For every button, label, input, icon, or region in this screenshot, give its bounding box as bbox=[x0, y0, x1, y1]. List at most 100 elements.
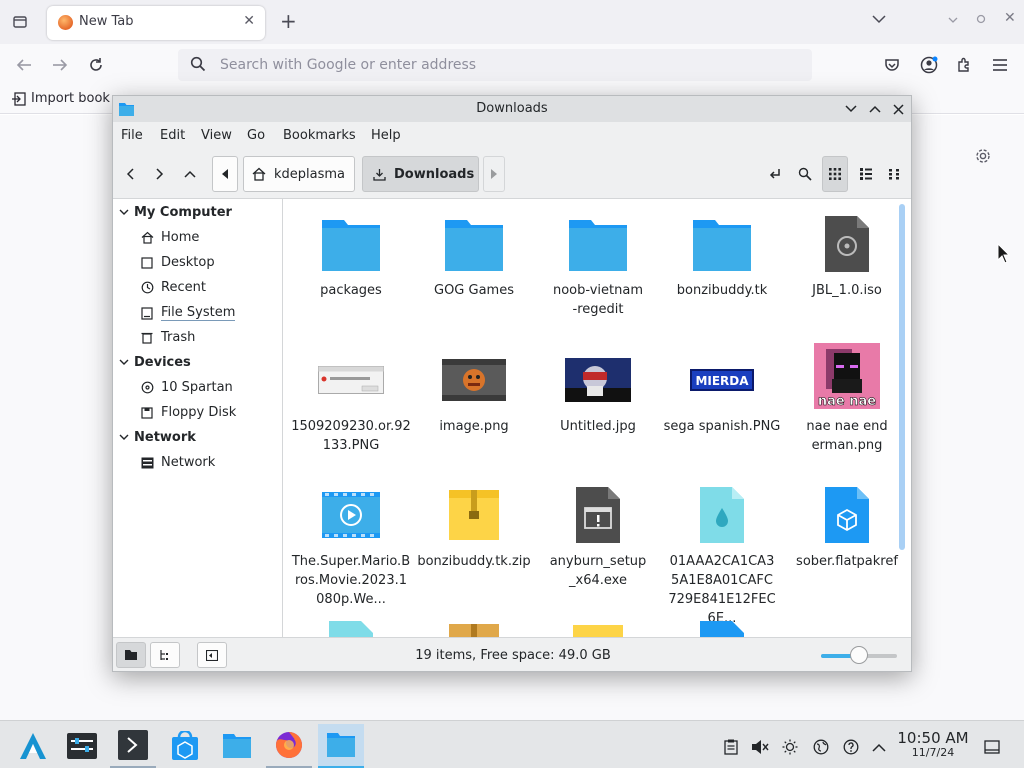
menu-view[interactable]: View bbox=[201, 128, 232, 143]
tab-new-tab[interactable]: New Tab ✕ bbox=[47, 6, 265, 40]
system-settings-task-icon[interactable] bbox=[59, 724, 105, 768]
url-input[interactable] bbox=[220, 53, 780, 77]
scrollbar-thumb[interactable] bbox=[899, 204, 905, 550]
sidebar-item-10-spartan[interactable]: 10 Spartan bbox=[140, 380, 233, 395]
terminal-task-icon[interactable] bbox=[110, 724, 156, 768]
file-name: nae nae enderman.png bbox=[806, 419, 888, 453]
settings-gear-icon[interactable] bbox=[974, 147, 992, 169]
chevron-down-icon bbox=[119, 209, 129, 215]
places-sidebar: My Computer Home Desktop Recent File Sys… bbox=[113, 199, 283, 637]
menu-bookmarks[interactable]: Bookmarks bbox=[283, 128, 356, 143]
folder-icon bbox=[414, 213, 534, 275]
split-view-icon[interactable] bbox=[763, 162, 787, 186]
file-view-scrollbar[interactable] bbox=[899, 204, 905, 632]
sidebar-item-label: File System bbox=[161, 305, 236, 321]
window-close-icon[interactable] bbox=[889, 100, 907, 118]
file-view: packages GOG Games noob-vietnam-regedit … bbox=[284, 199, 911, 637]
firefox-task-icon[interactable] bbox=[266, 724, 312, 768]
show-desktop-icon[interactable] bbox=[983, 738, 1001, 756]
network-globe-icon[interactable] bbox=[812, 738, 830, 756]
sidebar-item-floppy-disk[interactable]: Floppy Disk bbox=[140, 405, 236, 420]
menu-go[interactable]: Go bbox=[247, 128, 265, 143]
window-maximize-icon[interactable] bbox=[866, 100, 884, 118]
new-tab-button[interactable]: + bbox=[280, 10, 297, 32]
reload-icon[interactable] bbox=[85, 54, 107, 76]
executable-icon bbox=[538, 484, 658, 546]
pocket-icon[interactable] bbox=[881, 54, 903, 76]
compact-view-button[interactable] bbox=[882, 156, 908, 192]
import-icon bbox=[12, 91, 26, 106]
minimize-icon[interactable] bbox=[948, 12, 958, 28]
zoom-slider-handle[interactable] bbox=[850, 646, 868, 664]
zoom-slider[interactable] bbox=[821, 646, 897, 664]
file-name: bonzibuddy.tk bbox=[676, 283, 768, 298]
clipboard-icon[interactable] bbox=[722, 738, 740, 756]
brightness-icon[interactable] bbox=[781, 738, 799, 756]
url-bar[interactable] bbox=[178, 49, 812, 81]
back-icon[interactable] bbox=[13, 54, 35, 76]
sidebar-item-home[interactable]: Home bbox=[140, 230, 199, 245]
download-icon bbox=[373, 168, 386, 181]
hamburger-menu-icon[interactable] bbox=[989, 54, 1011, 76]
list-all-tabs-icon[interactable] bbox=[872, 12, 886, 28]
section-network[interactable]: Network bbox=[119, 430, 196, 445]
thumb-text: MIERDA bbox=[695, 374, 749, 388]
breadcrumb-back-arrow[interactable] bbox=[212, 156, 238, 192]
sidebar-item-label: Network bbox=[161, 455, 216, 470]
toolbar: kdeplasma Downloads bbox=[113, 149, 911, 199]
menu-edit[interactable]: Edit bbox=[160, 128, 185, 143]
dolphin-active-task-icon[interactable] bbox=[318, 724, 364, 768]
back-button[interactable] bbox=[118, 162, 142, 186]
account-icon[interactable] bbox=[918, 54, 940, 76]
disc-icon bbox=[140, 381, 154, 395]
sidebar-item-desktop[interactable]: Desktop bbox=[140, 255, 215, 270]
menu-file[interactable]: File bbox=[121, 128, 143, 143]
sidebar-item-recent[interactable]: Recent bbox=[140, 280, 206, 295]
breadcrumb-kdeplasma[interactable]: kdeplasma bbox=[243, 156, 355, 192]
network-icon bbox=[140, 456, 154, 470]
discover-task-icon[interactable] bbox=[162, 724, 208, 768]
drop-file-icon bbox=[662, 484, 782, 546]
file-name: 1509209230.or.92133.PNG bbox=[291, 419, 411, 453]
sidebar-item-network[interactable]: Network bbox=[140, 455, 215, 470]
window-minimize-icon[interactable] bbox=[842, 100, 860, 118]
import-bookmarks-button[interactable]: Import book bbox=[12, 91, 110, 106]
search-files-icon[interactable] bbox=[793, 162, 817, 186]
sidebar-item-file-system[interactable]: File System bbox=[140, 305, 236, 321]
sidebar-item-trash[interactable]: Trash bbox=[140, 330, 195, 345]
floppy-icon bbox=[140, 406, 154, 420]
sidebar-item-label: Home bbox=[161, 230, 200, 245]
help-icon[interactable] bbox=[842, 738, 860, 756]
chevron-right-icon bbox=[156, 168, 164, 180]
chevron-left-icon bbox=[126, 168, 134, 180]
close-tab-icon[interactable]: ✕ bbox=[243, 13, 255, 29]
breadcrumb-downloads[interactable]: Downloads bbox=[362, 156, 479, 192]
section-devices[interactable]: Devices bbox=[119, 355, 191, 370]
chevron-down-icon bbox=[119, 359, 129, 365]
file-name: sega spanish.PNG bbox=[663, 419, 781, 434]
up-button[interactable] bbox=[178, 162, 202, 186]
chevron-up-icon bbox=[184, 170, 196, 178]
details-view-button[interactable] bbox=[853, 156, 879, 192]
tray-expand-chevron-up-icon[interactable] bbox=[870, 738, 888, 756]
menu-help[interactable]: Help bbox=[371, 128, 401, 143]
forward-icon[interactable] bbox=[49, 54, 71, 76]
sidebar-item-label: Trash bbox=[161, 330, 196, 345]
clock[interactable]: 10:50 AM 11/7/24 bbox=[895, 729, 971, 759]
taskbar: 10:50 AM 11/7/24 bbox=[0, 720, 1024, 768]
image-thumbnail bbox=[291, 349, 411, 411]
extensions-icon[interactable] bbox=[953, 54, 975, 76]
close-window-icon[interactable]: ✕ bbox=[1004, 10, 1016, 26]
volume-muted-icon[interactable] bbox=[751, 738, 769, 756]
archive-icon bbox=[538, 619, 658, 637]
trash-icon bbox=[140, 331, 154, 345]
icons-view-button[interactable] bbox=[822, 156, 848, 192]
maximize-icon[interactable] bbox=[976, 12, 986, 28]
section-my-computer[interactable]: My Computer bbox=[119, 205, 232, 220]
breadcrumb-forward-arrow[interactable] bbox=[483, 156, 505, 192]
file-manager-task-icon[interactable] bbox=[214, 724, 260, 768]
app-launcher-icon[interactable] bbox=[10, 724, 56, 768]
tab-list-icon[interactable] bbox=[8, 10, 32, 34]
window-title-bar[interactable]: Downloads bbox=[113, 96, 911, 122]
forward-button[interactable] bbox=[148, 162, 172, 186]
